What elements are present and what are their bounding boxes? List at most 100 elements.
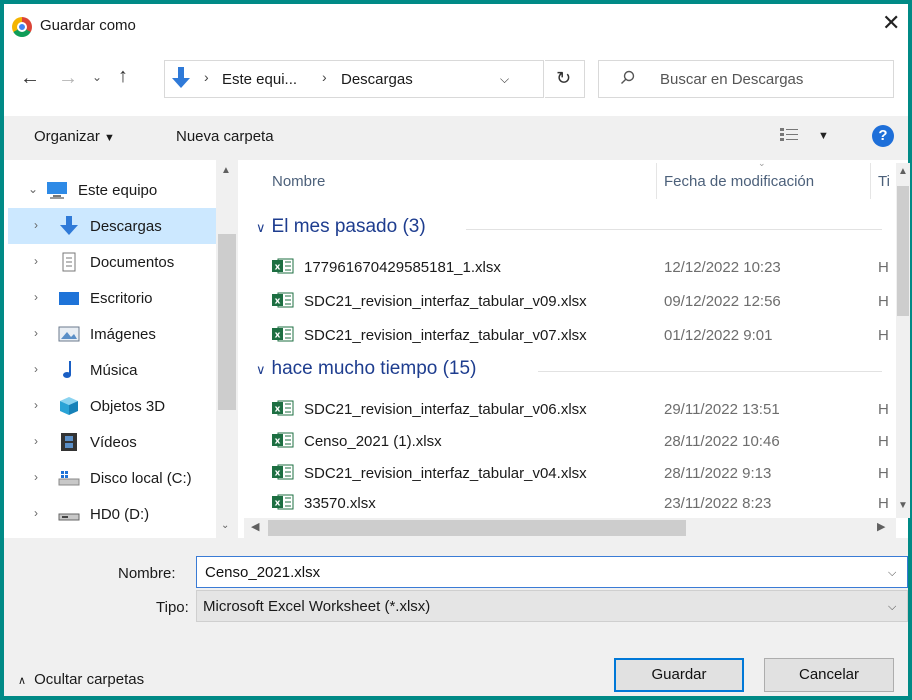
column-header-name[interactable]: Nombre bbox=[272, 173, 325, 190]
excel-file-icon: x bbox=[272, 326, 294, 342]
forward-arrow-icon[interactable]: → bbox=[58, 67, 78, 90]
chevron-up-icon: ∧ bbox=[18, 675, 27, 687]
column-header-date[interactable]: Fecha de modificación bbox=[664, 173, 814, 190]
file-row[interactable]: x 33570.xlsx 23/11/2022 8:23 H bbox=[264, 486, 894, 516]
navigation-scrollbar-thumb[interactable] bbox=[218, 234, 236, 410]
sort-indicator-icon: ⌄ bbox=[758, 158, 766, 168]
chevron-right-icon[interactable]: › bbox=[34, 254, 38, 268]
navigation-pane: ⌄ Este equipo › Descargas › Documentos ›… bbox=[4, 160, 242, 538]
file-list-vertical-scrollbar-thumb[interactable] bbox=[897, 186, 909, 316]
excel-file-icon: x bbox=[272, 464, 294, 480]
scroll-up-icon[interactable]: ▲ bbox=[221, 165, 231, 176]
file-name: SDC21_revision_interfaz_tabular_v04.xlsx bbox=[304, 465, 587, 482]
scroll-up-icon[interactable]: ▲ bbox=[898, 166, 908, 177]
nav-item-hd0[interactable]: › HD0 (D:) bbox=[8, 496, 218, 532]
excel-file-icon: x bbox=[272, 292, 294, 308]
recent-locations-chevron-icon[interactable]: ⌄ bbox=[92, 70, 102, 84]
up-arrow-icon[interactable]: ↑ bbox=[118, 65, 128, 88]
nav-item-videos[interactable]: › Vídeos bbox=[8, 424, 218, 460]
chevron-down-icon[interactable]: ⌵ bbox=[500, 72, 509, 87]
nav-label: Escritorio bbox=[90, 290, 153, 307]
save-button[interactable]: Guardar bbox=[614, 658, 744, 692]
chevron-down-icon[interactable]: ⌄ bbox=[28, 182, 38, 196]
file-name-label: Nombre: bbox=[118, 565, 176, 582]
chevron-right-icon[interactable]: › bbox=[34, 506, 38, 520]
file-row[interactable]: x SDC21_revision_interfaz_tabular_v04.xl… bbox=[264, 456, 894, 490]
chevron-down-icon: ▼ bbox=[104, 132, 115, 144]
file-name: 33570.xlsx bbox=[304, 495, 376, 512]
file-date: 28/11/2022 10:46 bbox=[664, 433, 780, 450]
chevron-down-icon: ∨ bbox=[256, 220, 266, 235]
chevron-down-icon[interactable]: ⌵ bbox=[888, 567, 896, 580]
window-title: Guardar como bbox=[40, 17, 136, 34]
new-folder-button[interactable]: Nueva carpeta bbox=[176, 128, 274, 145]
breadcrumb-this-pc[interactable]: Este equi... bbox=[222, 71, 297, 88]
file-row[interactable]: x 177961670429585181_1.xlsx 12/12/2022 1… bbox=[264, 250, 894, 284]
file-type: H bbox=[878, 293, 889, 310]
download-arrow-icon bbox=[172, 67, 190, 88]
search-icon bbox=[621, 70, 635, 84]
group-header-long-ago[interactable]: ∨ hace mucho tiempo (15) bbox=[256, 358, 476, 380]
view-details-icon[interactable] bbox=[780, 128, 798, 142]
column-header-type[interactable]: Ti bbox=[878, 173, 890, 190]
chevron-down-icon[interactable]: ⌵ bbox=[888, 601, 896, 614]
nav-item-documents[interactable]: › Documentos bbox=[8, 244, 218, 280]
nav-item-this-pc[interactable]: ⌄ Este equipo bbox=[8, 172, 218, 208]
file-name-input[interactable] bbox=[196, 556, 908, 588]
nav-item-local-disk[interactable]: › Disco local (C:) bbox=[8, 460, 218, 496]
chevron-right-icon[interactable]: › bbox=[34, 218, 38, 232]
nav-label: Documentos bbox=[90, 254, 175, 271]
chevron-right-icon[interactable]: › bbox=[34, 434, 38, 448]
nav-item-music[interactable]: › Música bbox=[8, 352, 218, 388]
chevron-right-icon[interactable]: › bbox=[34, 362, 38, 376]
file-row[interactable]: x SDC21_revision_interfaz_tabular_v06.xl… bbox=[264, 392, 894, 426]
scroll-left-icon[interactable]: ◀ bbox=[251, 520, 259, 533]
svg-text:x: x bbox=[275, 331, 281, 341]
column-divider[interactable] bbox=[656, 163, 657, 199]
column-divider[interactable] bbox=[870, 163, 871, 199]
file-date: 28/11/2022 9:13 bbox=[664, 465, 772, 482]
breadcrumb-downloads[interactable]: Descargas bbox=[341, 71, 413, 88]
chevron-right-icon[interactable]: › bbox=[34, 290, 38, 304]
back-arrow-icon[interactable]: ← bbox=[20, 67, 40, 90]
nav-item-pictures[interactable]: › Imágenes bbox=[8, 316, 218, 352]
svg-text:x: x bbox=[275, 263, 281, 273]
nav-item-desktop[interactable]: › Escritorio bbox=[8, 280, 218, 316]
drive-icon bbox=[58, 513, 80, 521]
file-row[interactable]: x SDC21_revision_interfaz_tabular_v09.xl… bbox=[264, 284, 894, 318]
scroll-down-icon[interactable]: ▼ bbox=[898, 500, 908, 511]
refresh-icon[interactable]: ↻ bbox=[556, 68, 571, 89]
svg-text:x: x bbox=[275, 297, 281, 307]
group-header-last-month[interactable]: ∨ El mes pasado (3) bbox=[256, 216, 426, 238]
file-row[interactable]: x Censo_2021 (1).xlsx 28/11/2022 10:46 H bbox=[264, 424, 894, 458]
file-name: SDC21_revision_interfaz_tabular_v09.xlsx bbox=[304, 293, 587, 310]
svg-text:x: x bbox=[275, 499, 281, 509]
help-icon[interactable]: ? bbox=[872, 125, 894, 147]
chevron-right-icon[interactable]: › bbox=[34, 398, 38, 412]
file-list-horizontal-scrollbar-thumb[interactable] bbox=[268, 520, 686, 536]
view-options-chevron-icon[interactable]: ▼ bbox=[818, 130, 829, 142]
scroll-down-icon[interactable]: ⌄ bbox=[221, 520, 229, 531]
chevron-right-icon[interactable]: › bbox=[34, 470, 38, 484]
chevron-right-icon[interactable]: › bbox=[34, 326, 38, 340]
hide-folders-button[interactable]: ∧ Ocultar carpetas bbox=[18, 671, 144, 688]
pictures-icon bbox=[58, 326, 80, 342]
nav-label: HD0 (D:) bbox=[90, 506, 150, 523]
file-name: Censo_2021 (1).xlsx bbox=[304, 433, 442, 450]
film-icon bbox=[61, 433, 77, 451]
file-date: 01/12/2022 9:01 bbox=[664, 327, 773, 344]
cancel-button[interactable]: Cancelar bbox=[764, 658, 894, 692]
file-type: H bbox=[878, 327, 889, 344]
file-row[interactable]: x SDC21_revision_interfaz_tabular_v07.xl… bbox=[264, 318, 894, 352]
scroll-right-icon[interactable]: ▶ bbox=[877, 520, 885, 533]
nav-label: Imágenes bbox=[90, 326, 156, 343]
organize-button[interactable]: Organizar ▼ bbox=[34, 128, 115, 145]
nav-item-downloads[interactable]: › Descargas bbox=[8, 208, 218, 244]
svg-text:x: x bbox=[275, 405, 281, 415]
windows-drive-icon bbox=[58, 471, 80, 486]
close-icon[interactable]: ✕ bbox=[882, 12, 900, 34]
file-type-label: Tipo: bbox=[156, 599, 189, 616]
nav-item-3d-objects[interactable]: › Objetos 3D bbox=[8, 388, 218, 424]
search-input[interactable]: Buscar en Descargas bbox=[660, 71, 803, 88]
group-divider bbox=[538, 371, 882, 372]
